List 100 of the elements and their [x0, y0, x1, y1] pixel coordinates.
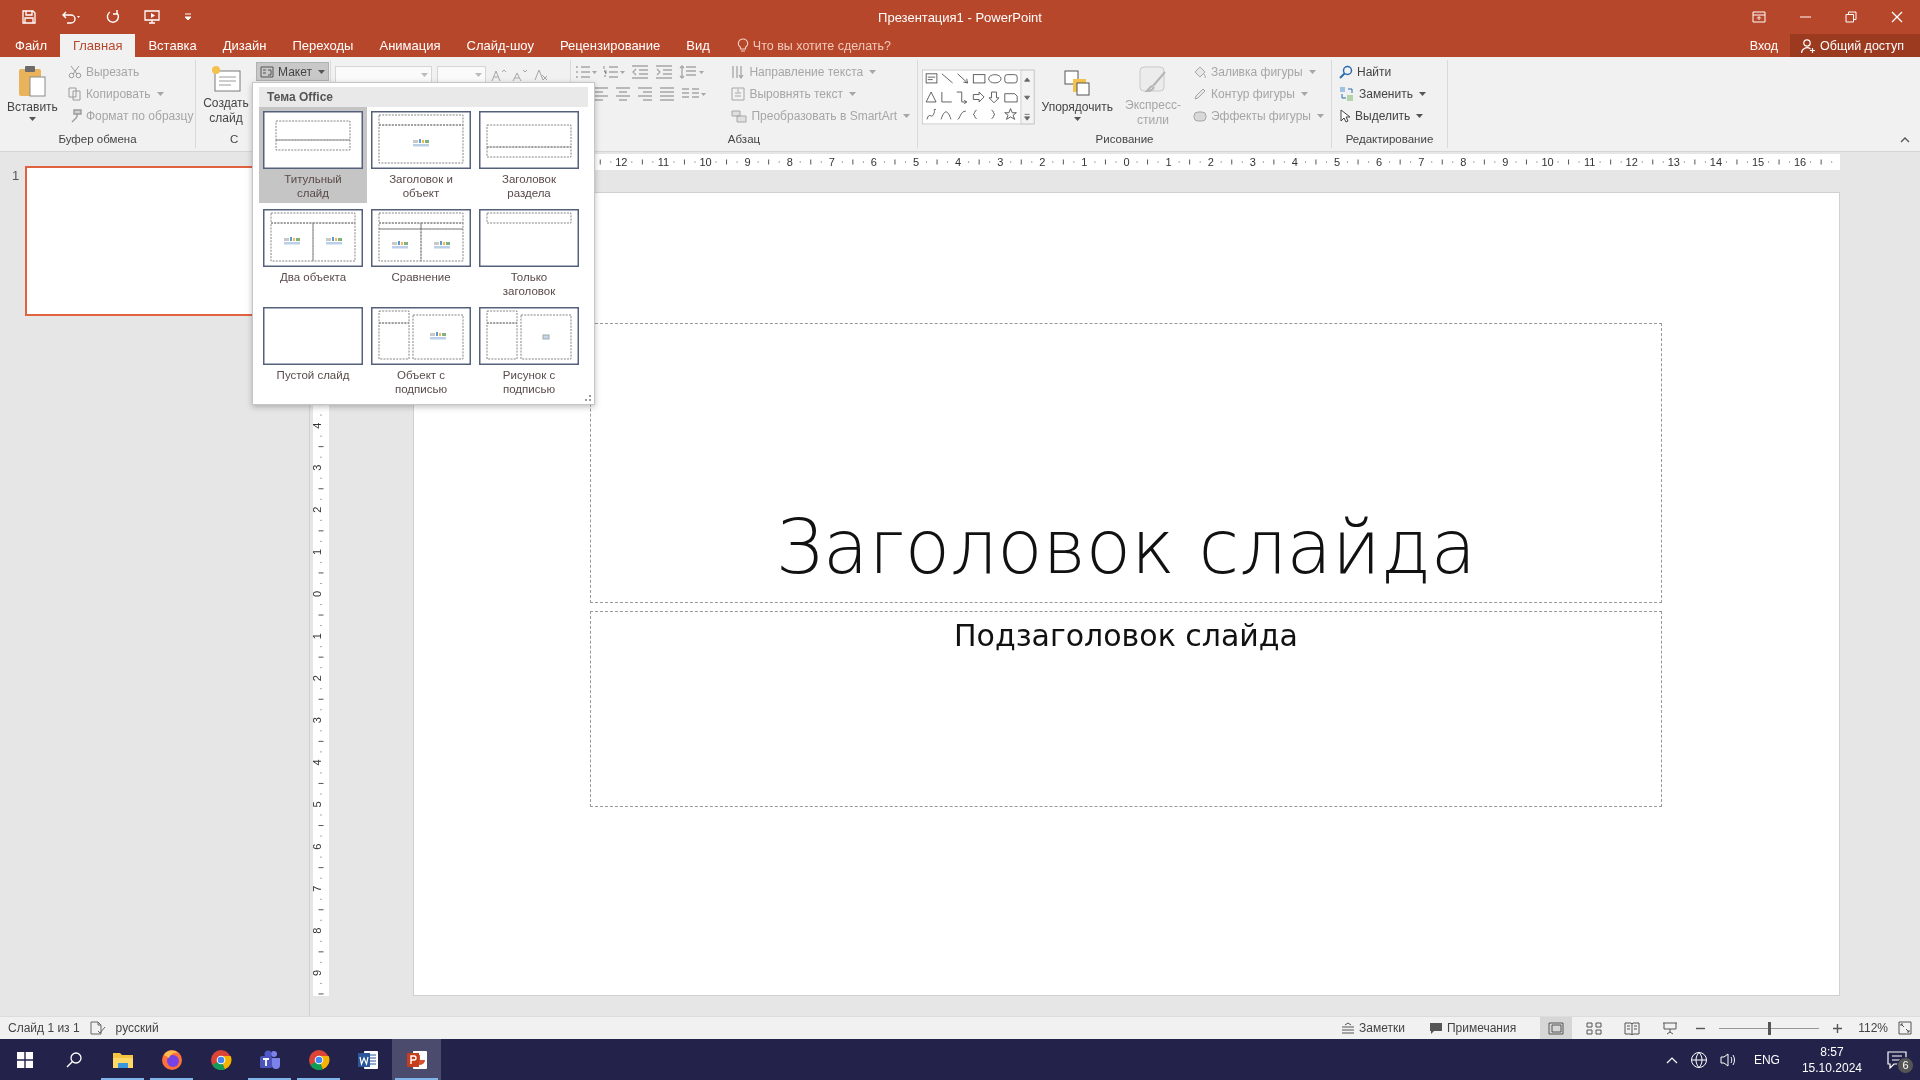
minimize-icon — [1799, 16, 1811, 18]
notes-button[interactable]: Заметки — [1341, 1021, 1405, 1035]
view-button[interactable] — [1540, 1017, 1573, 1039]
ribbon-tab[interactable]: Вставка — [135, 34, 210, 57]
ruler-number: 4 — [954, 156, 961, 168]
layout-option[interactable]: Только заголовок — [475, 205, 583, 301]
layout-option[interactable]: Титульный слайд — [259, 107, 367, 203]
person-add-icon — [1800, 37, 1816, 54]
sign-in-link[interactable]: Вход — [1737, 34, 1790, 57]
notification-icon — [1887, 1050, 1907, 1069]
new-slide-button[interactable]: Создать слайд — [200, 62, 252, 128]
paste-button[interactable]: Вставить — [4, 62, 61, 123]
redo-icon — [105, 9, 121, 25]
globe-icon[interactable] — [1689, 1050, 1708, 1069]
ruler-number: 2 — [1207, 156, 1214, 168]
ruler-number: 1 — [313, 548, 323, 555]
select-button[interactable]: Выделить — [1336, 106, 1429, 125]
ruler-number: 14 — [1709, 156, 1722, 168]
ruler-number: 6 — [870, 156, 877, 168]
replace-button[interactable]: Заменить — [1336, 84, 1429, 103]
speaker-icon[interactable] — [1719, 1051, 1738, 1068]
ruler-number: 9 — [313, 969, 323, 976]
notification-button[interactable]: 6 — [1874, 1039, 1920, 1080]
smartart-icon — [731, 108, 748, 123]
fox-globe-icon — [160, 1048, 183, 1071]
spelling-check-icon[interactable] — [89, 1021, 106, 1035]
group-label: Редактирование — [1344, 132, 1435, 147]
ruler-number: 2 — [313, 675, 323, 682]
comments-button[interactable]: Примечания — [1428, 1021, 1517, 1035]
shape-effects-icon — [1193, 108, 1207, 123]
ribbon-tab[interactable]: Переходы — [279, 34, 367, 57]
layout-option[interactable]: Сравнение — [367, 205, 475, 301]
projector-screen-icon — [1662, 1021, 1679, 1035]
line-spacing-icon[interactable] — [679, 65, 705, 79]
ribbon-tab[interactable]: Главная — [59, 34, 136, 57]
ruler-number: 3 — [313, 464, 323, 471]
layout-option[interactable]: Заголовок раздела — [475, 107, 583, 203]
layout-option[interactable]: Два объекта — [259, 205, 367, 301]
scissors-icon — [67, 64, 82, 79]
tell-me-field[interactable]: Что вы хотите сделать? — [752, 38, 943, 53]
subtitle-placeholder[interactable]: Подзаголовок слайда — [590, 611, 1662, 807]
ruler-number: 3 — [1249, 156, 1256, 168]
text-direction-icon — [731, 64, 746, 79]
fit-to-window-icon[interactable] — [1898, 1021, 1912, 1035]
ruler-number: 5 — [313, 801, 323, 808]
notes-icon — [1341, 1022, 1355, 1034]
layout-button[interactable]: Макет — [256, 62, 329, 81]
arrange-button[interactable]: Упорядочить — [1038, 62, 1116, 123]
ribbon-tab[interactable]: Слайд-шоу — [453, 34, 547, 57]
ribbon-tab[interactable]: Вид — [673, 34, 723, 57]
layout-option[interactable]: Объект с подписью — [367, 303, 475, 399]
collapse-ribbon-icon[interactable] — [1900, 137, 1910, 143]
clock-time[interactable]: 8:57 — [1820, 1043, 1844, 1060]
ruler-number: 13 — [1667, 156, 1680, 168]
monitor-icon — [143, 9, 161, 25]
layout-option[interactable]: Рисунок с подписью — [475, 303, 583, 399]
numbering-icon[interactable] — [603, 65, 625, 79]
zoom-in-icon[interactable] — [1833, 1023, 1843, 1033]
ribbon-tab[interactable]: Рецензирование — [546, 34, 674, 57]
language-indicator[interactable]: русский — [115, 1021, 159, 1035]
grid-icon — [1586, 1021, 1603, 1035]
increase-font-icon[interactable] — [491, 68, 507, 82]
ribbon-tab[interactable]: Файл — [2, 34, 60, 57]
replace-icon — [1339, 85, 1355, 102]
caret-up-icon[interactable] — [1665, 1055, 1678, 1064]
zoom-slider-thumb[interactable] — [1767, 1021, 1771, 1035]
comment-icon — [1428, 1022, 1443, 1034]
zoom-level[interactable]: 112% — [1858, 1021, 1888, 1035]
ribbon-tab[interactable]: Дизайн — [209, 34, 280, 57]
layout-icon — [260, 65, 274, 78]
clock-date[interactable]: 15.10.2024 — [1801, 1059, 1862, 1076]
layout-option[interactable]: Заголовок и объект — [367, 107, 475, 203]
ruler-number: 7 — [828, 156, 835, 168]
search-icon — [1339, 64, 1353, 79]
restore-icon — [1845, 11, 1857, 23]
caret-icon — [1418, 91, 1426, 96]
find-button[interactable]: Найти — [1336, 62, 1429, 81]
ruler-number: 8 — [1459, 156, 1466, 168]
caret-icon — [848, 91, 856, 96]
windows-icon — [16, 1051, 33, 1068]
caret-icon — [869, 69, 877, 74]
clipboard-icon — [16, 64, 49, 98]
ruler-number: 3 — [996, 156, 1003, 168]
clear-formatting-icon[interactable] — [533, 68, 549, 82]
ruler-number: 16 — [1793, 156, 1806, 168]
taskbar-app[interactable] — [392, 1039, 441, 1080]
slide-counter: Слайд 1 из 1 — [8, 1021, 80, 1035]
search-icon — [65, 1051, 82, 1068]
align-left-icon[interactable] — [593, 87, 609, 101]
ribbon-tab[interactable]: Анимация — [366, 34, 454, 57]
save-icon — [21, 9, 37, 25]
window-title: Презентация1 - PowerPoint — [878, 9, 1042, 25]
input-language[interactable]: ENG — [1753, 1052, 1780, 1067]
caret-icon — [28, 117, 36, 121]
close-icon — [1891, 11, 1903, 23]
resize-grip-icon[interactable] — [585, 395, 591, 401]
ribbon-display-icon — [1752, 11, 1766, 23]
caret-icon — [903, 113, 910, 118]
share-button[interactable]: Общий доступ — [1790, 34, 1920, 57]
layout-option[interactable]: Пустой слайд — [259, 303, 367, 399]
